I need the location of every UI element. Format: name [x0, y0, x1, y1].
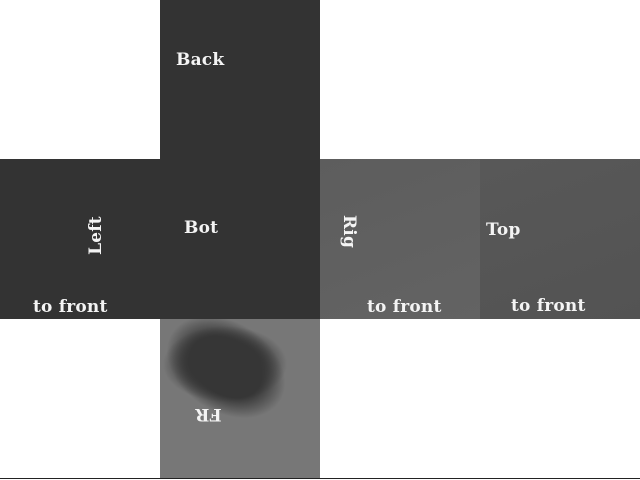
cube-face-bottom: Bot — [160, 159, 320, 319]
cube-face-front: FR — [160, 319, 320, 479]
cube-face-back: Back — [160, 0, 320, 160]
left-to-front-hint: to front — [33, 297, 108, 317]
cube-face-left: Left to front — [0, 159, 160, 319]
bottom-label: Bot — [184, 218, 219, 238]
right-to-front-hint: to front — [367, 297, 442, 317]
top-label: Top — [486, 220, 521, 240]
left-label: Left — [85, 216, 106, 255]
top-to-front-hint: to front — [511, 296, 586, 316]
bottom-border-line — [0, 478, 640, 479]
cube-face-top: Top to front — [480, 159, 640, 319]
back-label: Back — [176, 50, 225, 70]
right-label: Rig — [339, 214, 360, 249]
front-label: FR — [195, 404, 222, 424]
shadow-blob — [160, 319, 307, 444]
cube-face-right: Rig to front — [320, 159, 480, 319]
